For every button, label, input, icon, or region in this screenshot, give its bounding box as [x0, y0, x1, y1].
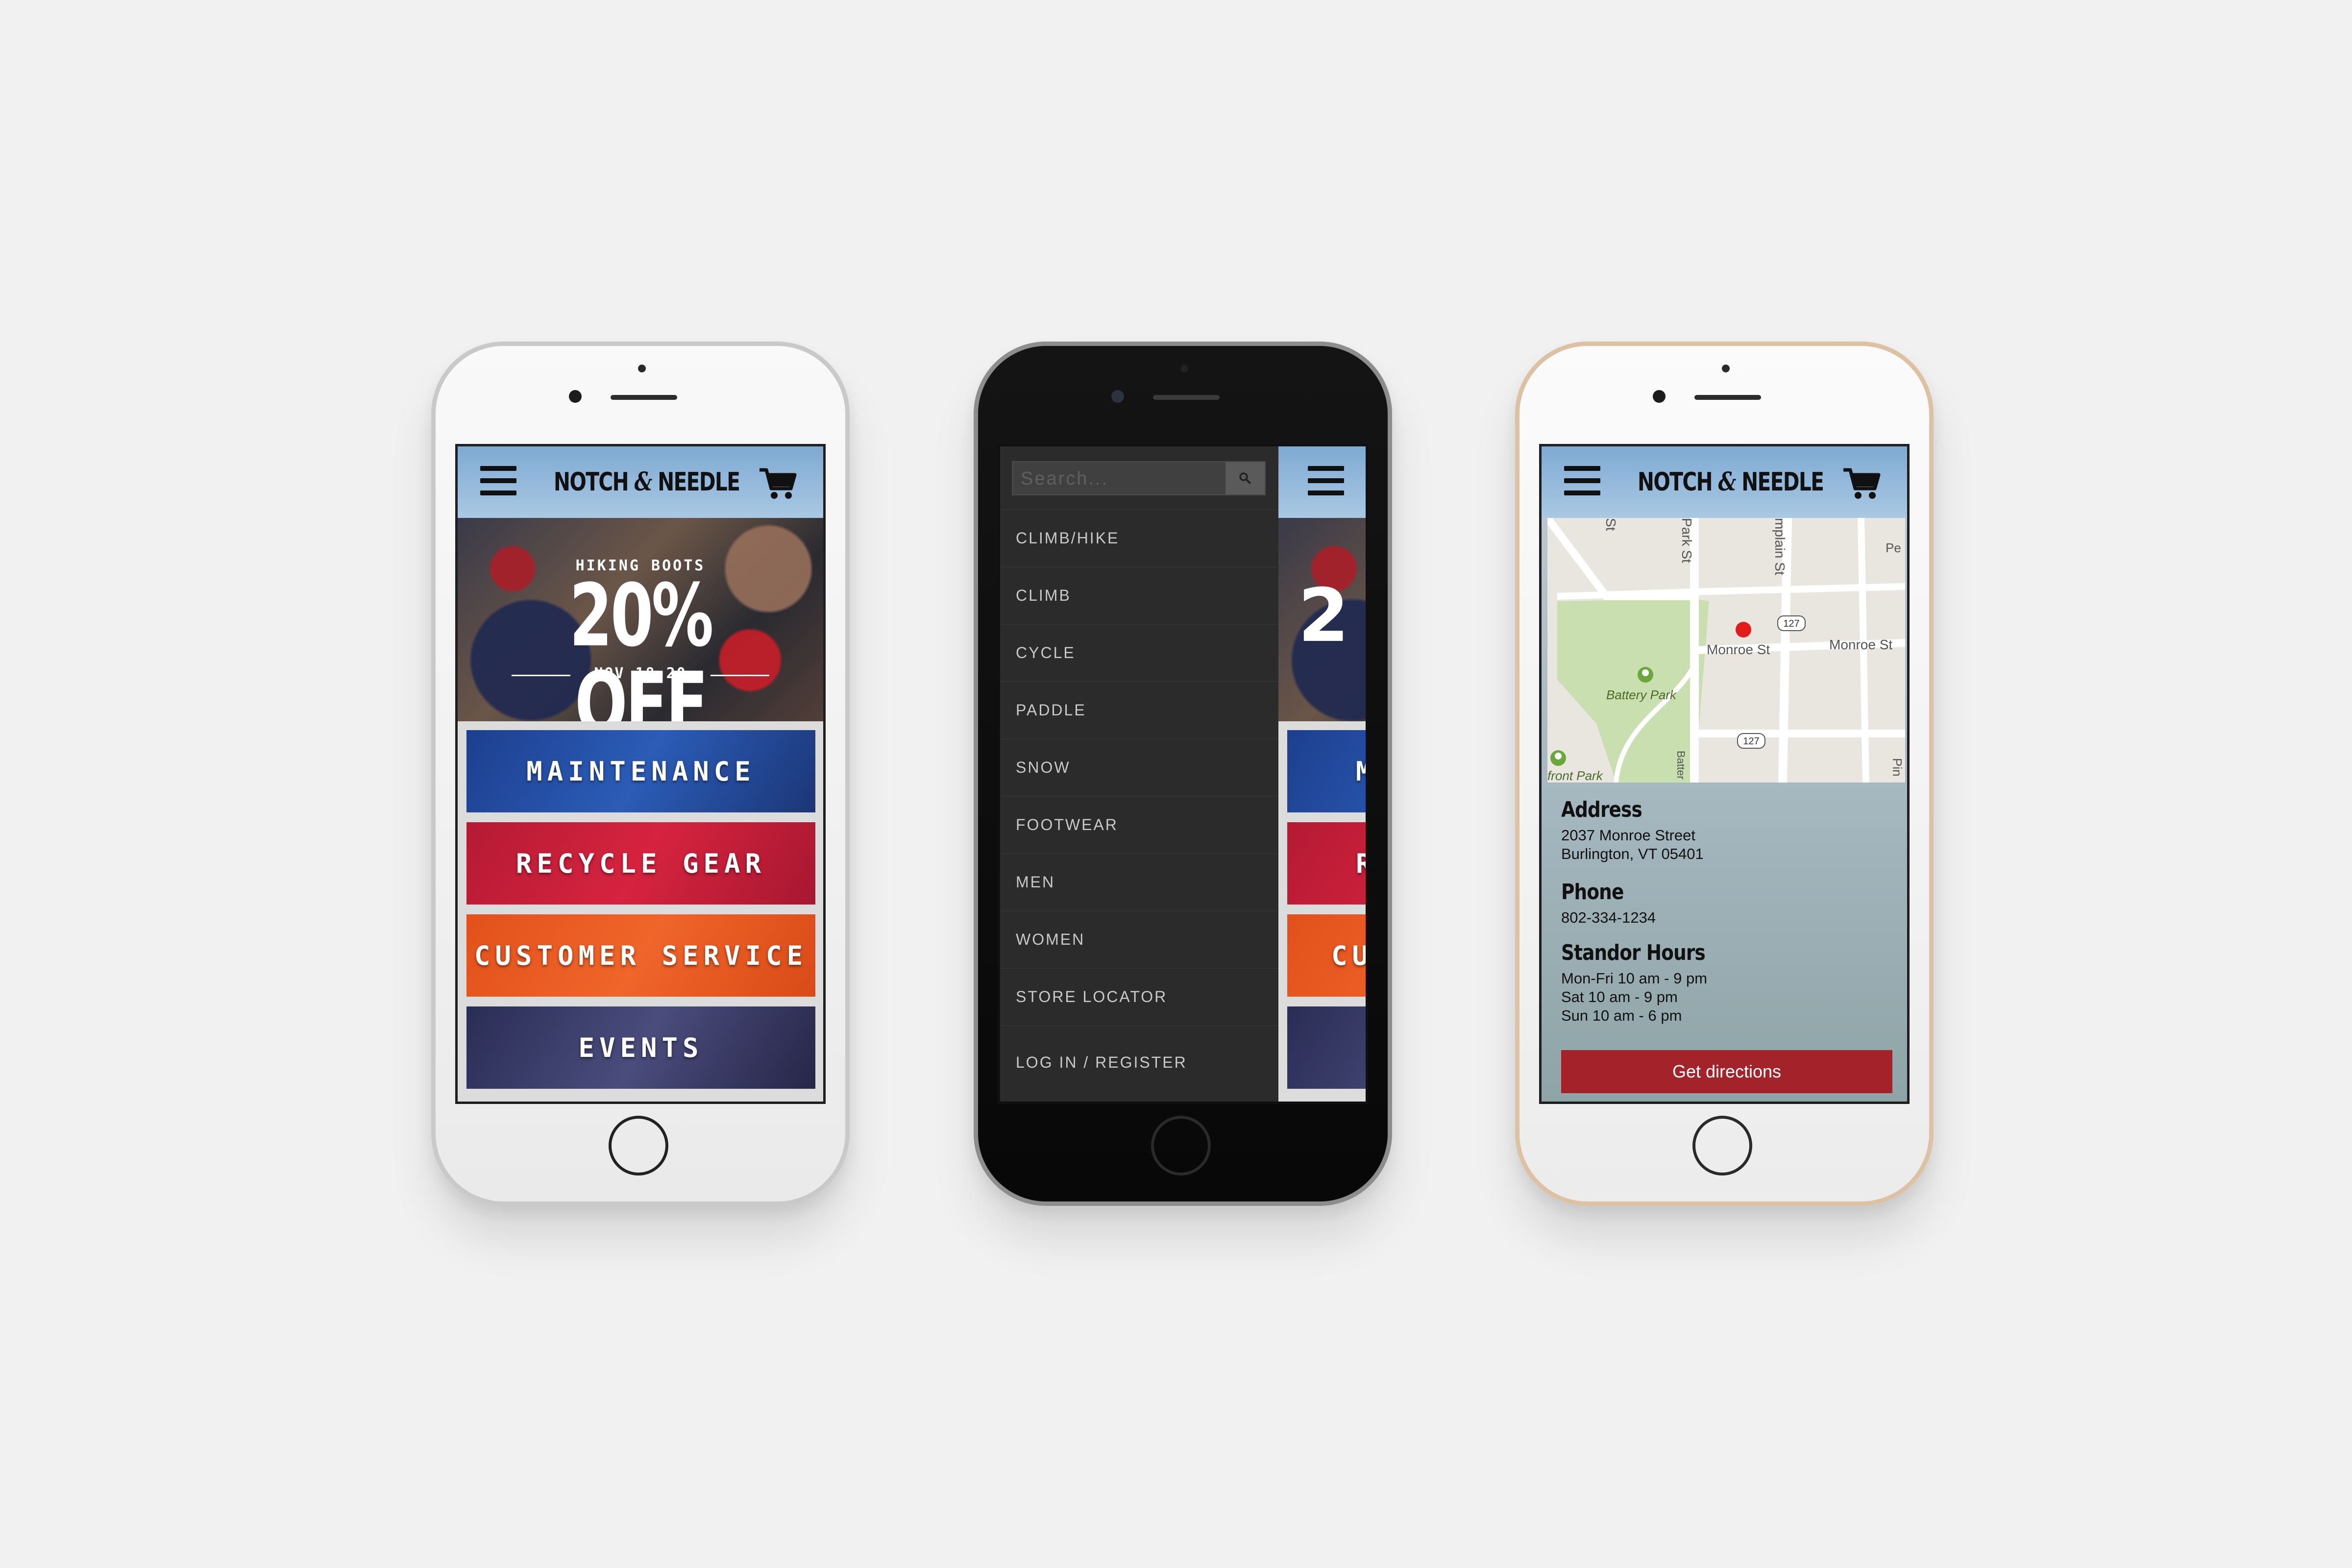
map-street-label: St [1603, 518, 1618, 531]
search-bar [1012, 461, 1266, 495]
address-line-2: Burlington, VT 05401 [1561, 845, 1704, 862]
map-street-label: Park St [1679, 518, 1694, 563]
logo-ampersand: & [634, 467, 653, 497]
menu-item-cycle[interactable]: CYCLE [1000, 624, 1278, 681]
peek-tiles: M R CU [1278, 721, 1366, 1102]
address-heading: Address [1561, 797, 1642, 822]
map-park-label: front Park [1547, 768, 1604, 783]
menu-item-store-locator[interactable]: STORE LOCATOR [1000, 968, 1278, 1025]
cart-icon[interactable] [759, 467, 797, 500]
logo-word-right: NEEDLE [658, 467, 740, 497]
menu-item-men[interactable]: MEN [1000, 853, 1278, 910]
menu-item-women[interactable]: WOMEN [1000, 910, 1278, 968]
brand-logo[interactable]: NOTCH & NEEDLE [1638, 467, 1824, 497]
tile-recycle-gear[interactable]: RECYCLE GEAR [466, 822, 815, 905]
phone-number[interactable]: 802-334-1234 [1561, 908, 1656, 927]
tile-customer-service[interactable]: CUSTOMER SERVICE [466, 914, 815, 997]
map-route-label: 127 [1743, 736, 1759, 747]
front-sensor [1180, 365, 1188, 372]
earpiece-speaker [1153, 395, 1220, 400]
category-tiles: MAINTENANCE RECYCLE GEAR CUSTOMER SERVIC… [458, 721, 823, 1102]
earpiece-speaker [1694, 395, 1761, 400]
app-header: NOTCH & NEEDLE [1542, 446, 1907, 518]
logo-word-left: NOTCH [1638, 467, 1713, 497]
map-street-label: Pe [1886, 540, 1901, 555]
menu-screen: CLIMB/HIKE CLIMB CYCLE PADDLE SNOW FOOTW… [998, 444, 1368, 1104]
hamburger-icon[interactable] [1564, 466, 1600, 495]
locator-screen: NOTCH & NEEDLE 127 127 Monroe St Monroe … [1539, 444, 1910, 1104]
map-route-label: 127 [1783, 618, 1799, 629]
map-street-label: Batter [1675, 751, 1687, 780]
logo-ampersand: & [1718, 467, 1737, 497]
hours-heading: Standor Hours [1561, 940, 1706, 965]
hours-line: Mon-Fri 10 am - 9 pm [1561, 970, 1708, 987]
peek-tile-events [1287, 1006, 1366, 1089]
search-button[interactable] [1225, 462, 1265, 494]
brand-logo[interactable]: NOTCH & NEEDLE [554, 467, 740, 497]
tile-maintenance[interactable]: MAINTENANCE [466, 730, 815, 812]
home-screen: NOTCH & NEEDLE HIKING BOOTS 20% OFF NOV … [455, 444, 826, 1104]
map-street-label: Monroe St [1829, 637, 1892, 652]
address-line-1: 2037 Monroe Street [1561, 827, 1696, 844]
cart-icon[interactable] [1842, 467, 1881, 500]
store-map[interactable]: 127 127 Monroe St Monroe St Battery Park… [1547, 518, 1905, 783]
peek-promo-headline: 2 [1298, 573, 1349, 659]
map-street-label: Pin [1890, 758, 1905, 777]
page-peek[interactable]: 2 M R CU [1278, 446, 1366, 1102]
mockup-stage: NOTCH & NEEDLE HIKING BOOTS 20% OFF NOV … [0, 0, 2352, 1568]
logo-word-left: NOTCH [554, 467, 629, 497]
peek-tile-service: CU [1287, 914, 1366, 997]
menu-item-paddle[interactable]: PADDLE [1000, 681, 1278, 738]
address-section: Address 2037 Monroe Street Burlington, V… [1561, 797, 1704, 863]
peek-tile-recycle: R [1287, 822, 1366, 905]
peek-promo: 2 [1278, 518, 1366, 721]
phone-heading: Phone [1561, 880, 1624, 905]
hamburger-icon[interactable] [1308, 466, 1344, 495]
map-pin-icon[interactable] [1736, 622, 1751, 637]
tile-events[interactable]: EVENTS [466, 1006, 815, 1089]
tree-icon [1638, 667, 1653, 683]
peek-header [1278, 446, 1366, 518]
menu-item-climb[interactable]: CLIMB [1000, 566, 1278, 624]
hamburger-icon[interactable] [480, 466, 516, 495]
menu-item-footwear[interactable]: FOOTWEAR [1000, 796, 1278, 853]
logo-word-right: NEEDLE [1741, 467, 1824, 497]
nav-drawer: CLIMB/HIKE CLIMB CYCLE PADDLE SNOW FOOTW… [1000, 446, 1278, 1102]
peek-tile-maintenance: M [1287, 730, 1366, 812]
map-street-label: Monroe St [1707, 642, 1770, 657]
app-header: NOTCH & NEEDLE [458, 446, 823, 518]
promo-banner[interactable]: HIKING BOOTS 20% OFF NOV 18-20 [458, 518, 823, 748]
front-camera [1653, 390, 1666, 403]
map-street-label: mplain St [1772, 518, 1788, 575]
map-park-label: Battery Park [1606, 687, 1677, 702]
front-sensor [638, 365, 646, 372]
promo-dates: NOV 18-20 [458, 665, 823, 682]
get-directions-button[interactable]: Get directions [1561, 1050, 1892, 1093]
home-button[interactable] [1151, 1116, 1211, 1176]
locator-body: 127 127 Monroe St Monroe St Battery Park… [1542, 518, 1907, 1102]
earpiece-speaker [611, 395, 677, 400]
front-camera [569, 390, 582, 403]
search-icon [1239, 472, 1251, 485]
hours-line: Sun 10 am - 6 pm [1561, 1007, 1682, 1024]
phone-section: Phone 802-334-1234 [1561, 880, 1656, 927]
menu-item-climb-hike[interactable]: CLIMB/HIKE [1000, 509, 1278, 566]
phone-store-locator: NOTCH & NEEDLE 127 127 Monroe St Monroe … [1515, 342, 1934, 1206]
front-sensor [1722, 365, 1730, 372]
front-camera [1111, 390, 1124, 403]
menu-item-snow[interactable]: SNOW [1000, 738, 1278, 796]
phone-home: NOTCH & NEEDLE HIKING BOOTS 20% OFF NOV … [431, 342, 850, 1206]
phone-menu: CLIMB/HIKE CLIMB CYCLE PADDLE SNOW FOOTW… [974, 342, 1392, 1206]
menu-item-login[interactable]: LOG IN / REGISTER [1000, 1025, 1278, 1099]
hours-line: Sat 10 am - 9 pm [1561, 988, 1678, 1005]
home-button[interactable] [609, 1116, 668, 1176]
hours-section: Standor Hours Mon-Fri 10 am - 9 pm Sat 1… [1561, 940, 1731, 1025]
search-input[interactable] [1013, 462, 1237, 495]
tree-icon [1550, 750, 1566, 766]
home-button[interactable] [1692, 1116, 1752, 1176]
